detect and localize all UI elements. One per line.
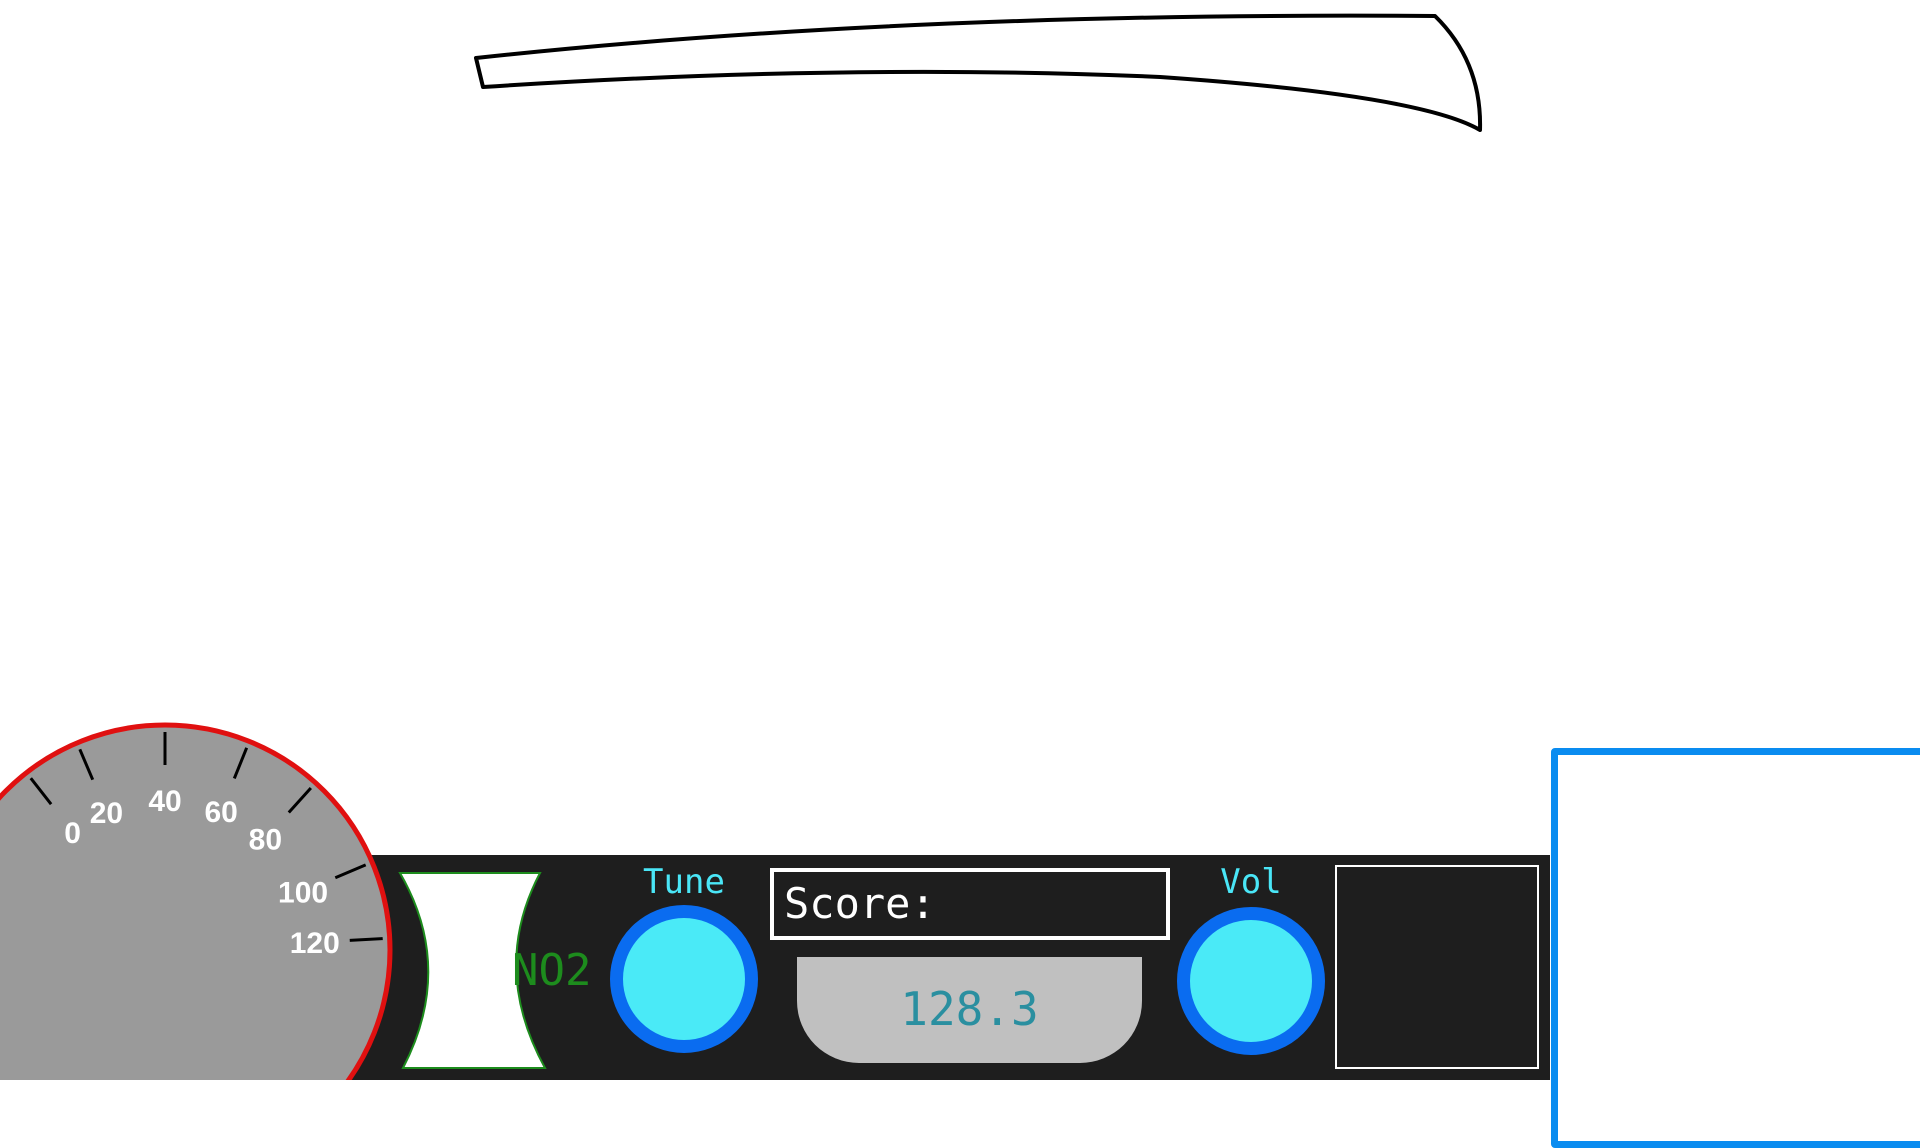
speedometer: 0 20 40 60 80 100 120 bbox=[0, 722, 393, 1080]
frequency-display: 128.3 bbox=[797, 957, 1142, 1063]
frequency-value: 128.3 bbox=[900, 982, 1039, 1036]
speed-tick-mark bbox=[349, 937, 383, 942]
speed-tick-label: 20 bbox=[90, 797, 123, 830]
volume-knob[interactable] bbox=[1177, 907, 1325, 1055]
speed-tick-label: 120 bbox=[290, 927, 340, 960]
speed-tick-label: 100 bbox=[278, 876, 328, 909]
speed-tick-label: 60 bbox=[205, 796, 238, 829]
speed-tick-label: 0 bbox=[64, 817, 81, 850]
tune-knob[interactable] bbox=[610, 905, 758, 1053]
tune-label: Tune bbox=[643, 862, 725, 902]
score-label: Score: bbox=[784, 879, 936, 928]
speedometer-face bbox=[0, 722, 393, 1080]
empty-display-panel bbox=[1335, 865, 1539, 1069]
side-panel bbox=[1551, 748, 1920, 1148]
speed-tick-label: 40 bbox=[148, 785, 181, 818]
score-display: Score: bbox=[770, 868, 1170, 940]
speed-tick-label: 80 bbox=[249, 824, 282, 857]
windshield-outline bbox=[474, 13, 1483, 132]
vol-label: Vol bbox=[1220, 862, 1282, 902]
nitro-label: NO2 bbox=[512, 945, 592, 996]
